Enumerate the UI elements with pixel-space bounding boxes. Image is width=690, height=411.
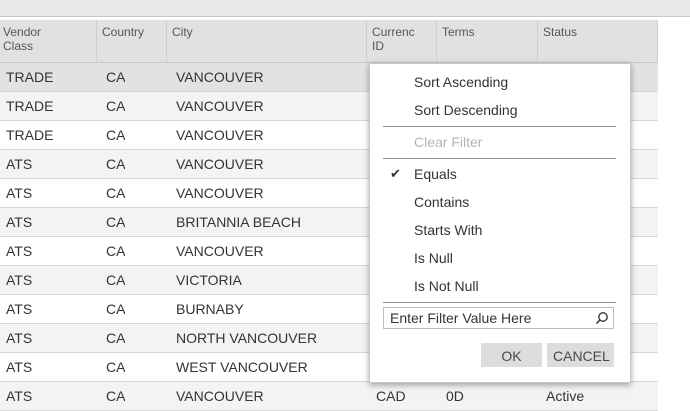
- cell-city: VANCOUVER: [176, 98, 264, 114]
- cell-city: VICTORIA: [176, 272, 242, 288]
- cell-country: CA: [106, 243, 126, 259]
- sort-descending-item[interactable]: Sort Descending: [414, 100, 518, 120]
- cell-country: CA: [106, 272, 126, 288]
- cell-vendor-class: TRADE: [6, 69, 54, 85]
- cell-city: NORTH VANCOUVER: [176, 330, 318, 346]
- cell-country: CA: [106, 388, 126, 404]
- cancel-button[interactable]: CANCEL: [547, 343, 614, 367]
- menu-divider: [383, 126, 616, 127]
- cell-city: VANCOUVER: [176, 243, 264, 259]
- cell-currency-id: CAD: [376, 388, 406, 404]
- condition-item-contains[interactable]: Contains: [414, 192, 469, 212]
- search-icon[interactable]: [595, 311, 609, 325]
- column-header-city[interactable]: City: [167, 20, 367, 62]
- cell-country: CA: [106, 301, 126, 317]
- cell-city: BURNABY: [176, 301, 244, 317]
- cell-city: VANCOUVER: [176, 69, 264, 85]
- column-header-label: Vendor Class: [3, 25, 42, 53]
- grid-header: Vendor Class Country City Currenc ID Ter…: [0, 20, 658, 63]
- column-filter-menu: Sort Ascending Sort Descending Clear Fil…: [369, 63, 631, 383]
- menu-divider: [383, 158, 616, 159]
- condition-item-is-null[interactable]: Is Null: [414, 248, 453, 268]
- table-row[interactable]: ATS CA VANCOUVER CAD 0D Active: [0, 382, 658, 411]
- cell-city: VANCOUVER: [176, 127, 264, 143]
- cell-vendor-class: ATS: [6, 156, 33, 172]
- condition-item-starts-with[interactable]: Starts With: [414, 220, 482, 240]
- cell-country: CA: [106, 156, 126, 172]
- cell-vendor-class: ATS: [6, 185, 33, 201]
- column-header-label: Status: [543, 25, 578, 39]
- column-header-country[interactable]: Country: [97, 20, 167, 62]
- cell-country: CA: [106, 98, 126, 114]
- cell-vendor-class: ATS: [6, 388, 33, 404]
- cell-city: BRITANNIA BEACH: [176, 214, 301, 230]
- clear-filter-item[interactable]: Clear Filter: [414, 132, 482, 152]
- cell-vendor-class: ATS: [6, 214, 33, 230]
- column-header-currency-id[interactable]: Currenc ID: [367, 20, 437, 62]
- filter-value-input[interactable]: [384, 308, 595, 328]
- cell-vendor-class: ATS: [6, 243, 33, 259]
- filter-value-field[interactable]: [383, 307, 614, 329]
- cell-vendor-class: ATS: [6, 359, 33, 375]
- sort-ascending-item[interactable]: Sort Ascending: [414, 72, 508, 92]
- toolbar-strip: [0, 0, 690, 17]
- condition-item-equals[interactable]: Equals: [414, 164, 457, 184]
- cell-terms: 0D: [446, 388, 464, 404]
- cell-city: VANCOUVER: [176, 156, 264, 172]
- column-header-label: City: [172, 25, 193, 39]
- ok-button[interactable]: OK: [481, 343, 542, 367]
- column-header-terms[interactable]: Terms: [437, 20, 538, 62]
- cell-vendor-class: ATS: [6, 301, 33, 317]
- cell-status: Active: [546, 388, 585, 404]
- column-header-vendor-class[interactable]: Vendor Class: [0, 20, 97, 62]
- checkmark-icon: ✔: [390, 166, 401, 181]
- cell-vendor-class: ATS: [6, 272, 33, 288]
- cell-country: CA: [106, 330, 126, 346]
- cell-vendor-class: TRADE: [6, 127, 54, 143]
- cell-city: VANCOUVER: [176, 185, 264, 201]
- column-header-status[interactable]: Status: [538, 20, 658, 62]
- cell-country: CA: [106, 185, 126, 201]
- cell-city: WEST VANCOUVER: [176, 359, 308, 375]
- column-header-label: Terms: [442, 25, 475, 39]
- cell-vendor-class: ATS: [6, 330, 33, 346]
- cell-country: CA: [106, 359, 126, 375]
- cell-city: VANCOUVER: [176, 388, 264, 404]
- condition-item-is-not-null[interactable]: Is Not Null: [414, 276, 479, 296]
- column-header-label: Country: [102, 25, 145, 39]
- cell-country: CA: [106, 127, 126, 143]
- column-header-label: Currenc ID: [372, 25, 415, 53]
- cell-country: CA: [106, 214, 126, 230]
- cell-vendor-class: TRADE: [6, 98, 54, 114]
- menu-divider: [383, 302, 616, 303]
- cell-country: CA: [106, 69, 126, 85]
